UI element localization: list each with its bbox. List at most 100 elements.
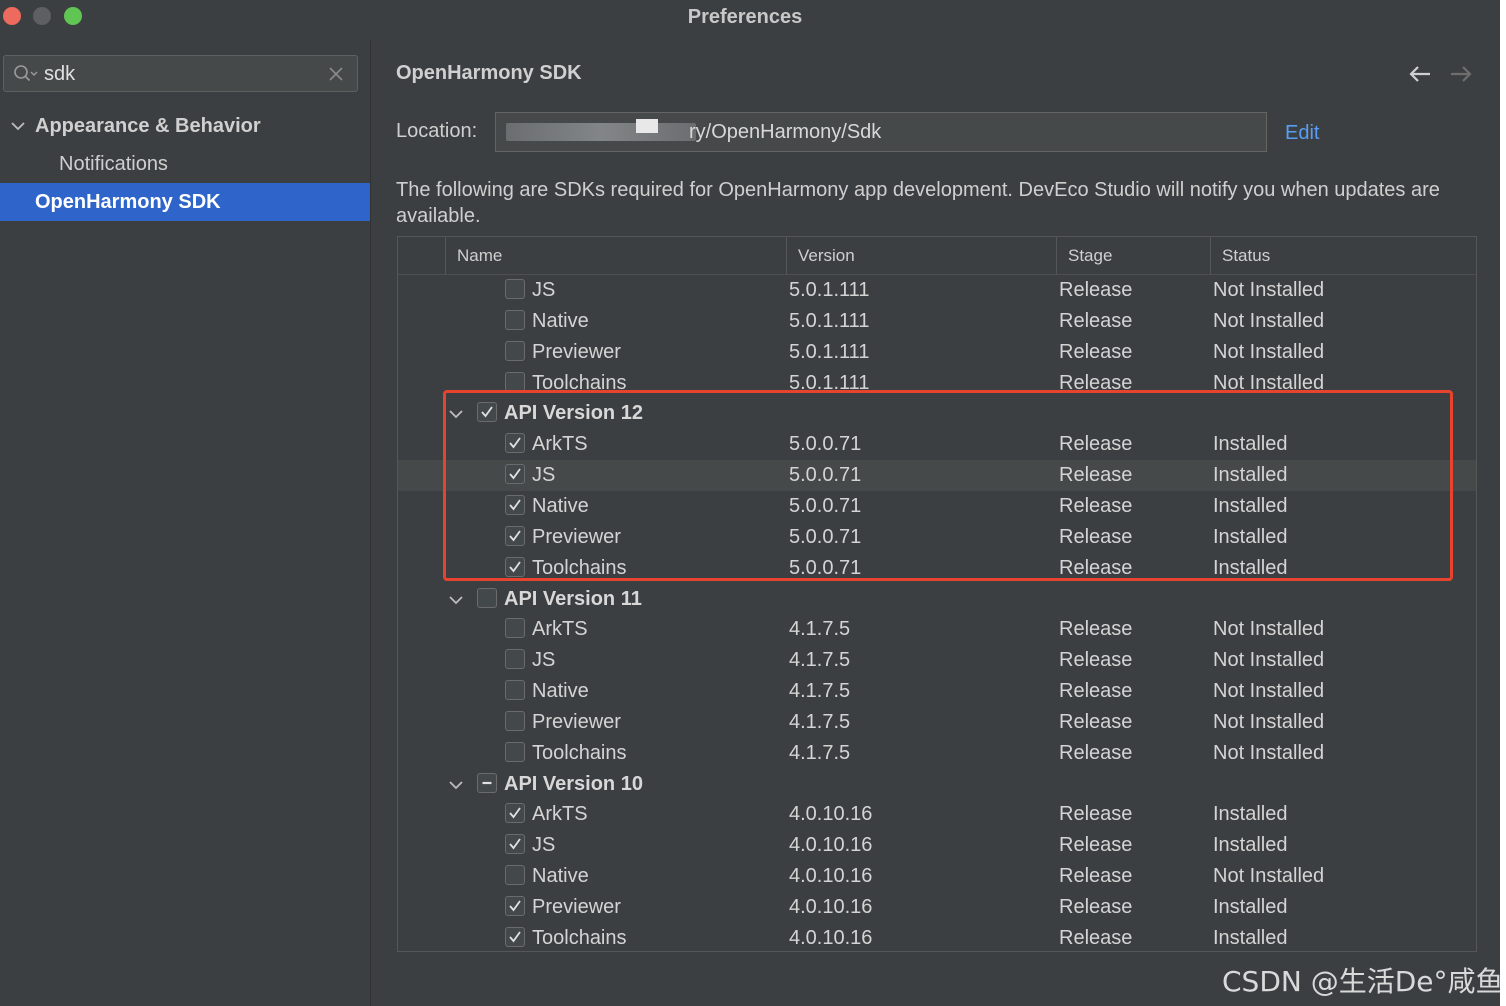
stage-cell: Release <box>1059 279 1133 301</box>
table-row[interactable]: JS 4.1.7.5 Release Not Installed <box>398 645 1476 676</box>
clear-search-icon[interactable] <box>327 65 345 83</box>
component-name: JS <box>532 834 556 857</box>
table-row[interactable]: Previewer 5.0.1.111 Release Not Installed <box>398 337 1476 368</box>
column-header-version[interactable]: Version <box>786 237 1056 275</box>
component-checkbox[interactable] <box>505 803 525 824</box>
component-checkbox[interactable] <box>505 433 525 454</box>
version-cell: 4.0.10.16 <box>789 834 873 857</box>
table-row[interactable]: Previewer 5.0.0.71 Release Installed <box>398 522 1476 553</box>
component-checkbox[interactable] <box>505 525 525 546</box>
checkmark-icon <box>509 530 521 542</box>
version-cell: 5.0.0.71 <box>789 494 862 517</box>
table-row[interactable]: JS 4.0.10.16 Release Installed <box>398 830 1476 861</box>
version-cell: 4.1.7.5 <box>789 649 851 672</box>
settings-content: OpenHarmony SDK Location: ry/OpenHarmony… <box>372 40 1506 1006</box>
sidebar-item-notifications[interactable]: Notifications <box>0 145 370 183</box>
sdk-group-row[interactable]: API Version 12 <box>398 398 1476 429</box>
stage-cell: Release <box>1059 680 1133 703</box>
location-field[interactable]: ry/OpenHarmony/Sdk <box>495 112 1267 152</box>
version-cell: 4.0.10.16 <box>789 926 873 949</box>
component-checkbox[interactable] <box>505 680 525 701</box>
chevron-down-icon[interactable] <box>448 592 464 608</box>
component-checkbox[interactable] <box>505 309 525 330</box>
sidebar-item-openharmony-sdk[interactable]: OpenHarmony SDK <box>0 183 370 221</box>
group-checkbox[interactable] <box>477 587 497 608</box>
sidebar-item-appearance-behavior[interactable]: Appearance & Behavior <box>0 107 370 145</box>
group-checkbox[interactable] <box>477 772 497 793</box>
table-row[interactable]: ArkTS 4.1.7.5 Release Not Installed <box>398 614 1476 645</box>
component-checkbox[interactable] <box>505 865 525 886</box>
search-input[interactable] <box>44 60 314 88</box>
table-row[interactable]: Toolchains 4.1.7.5 Release Not Installed <box>398 738 1476 769</box>
group-checkbox[interactable] <box>477 402 497 423</box>
chevron-down-icon[interactable] <box>448 777 464 793</box>
component-checkbox[interactable] <box>505 464 525 485</box>
table-row[interactable]: JS 5.0.1.111 Release Not Installed <box>398 275 1476 306</box>
component-name: Previewer <box>532 896 621 918</box>
status-cell: Installed <box>1213 433 1288 456</box>
version-cell: 4.0.10.16 <box>789 865 873 888</box>
component-checkbox[interactable] <box>505 618 525 639</box>
table-row[interactable]: JS 5.0.0.71 Release Installed <box>398 460 1476 492</box>
table-row[interactable]: ArkTS 5.0.0.71 Release Installed <box>398 429 1476 460</box>
table-row[interactable]: Toolchains 4.0.10.16 Release Installed <box>398 923 1476 951</box>
component-name: Previewer <box>532 525 621 548</box>
column-header-stage[interactable]: Stage <box>1056 237 1210 275</box>
checkmark-icon <box>509 838 521 850</box>
sidebar-item-label: OpenHarmony SDK <box>35 191 221 213</box>
chevron-down-icon[interactable] <box>448 406 464 422</box>
component-checkbox[interactable] <box>505 279 525 299</box>
version-cell: 4.1.7.5 <box>789 680 851 703</box>
table-row[interactable]: Previewer 4.0.10.16 Release Installed <box>398 892 1476 923</box>
stage-cell: Release <box>1059 309 1133 332</box>
version-cell: 5.0.1.111 <box>789 340 870 363</box>
table-row[interactable]: Previewer 4.1.7.5 Release Not Installed <box>398 707 1476 738</box>
stage-cell: Release <box>1059 926 1133 949</box>
table-row[interactable]: Native 5.0.0.71 Release Installed <box>398 491 1476 522</box>
sdk-group-row[interactable]: API Version 10 <box>398 769 1476 800</box>
table-header: Name Version Stage Status <box>398 237 1476 275</box>
component-checkbox[interactable] <box>505 896 525 916</box>
chevron-down-icon <box>11 122 25 131</box>
stage-cell: Release <box>1059 525 1133 548</box>
stage-cell: Release <box>1059 865 1133 888</box>
forward-arrow-icon[interactable] <box>1449 64 1473 84</box>
stage-cell: Release <box>1059 494 1133 517</box>
stage-cell: Release <box>1059 710 1133 733</box>
component-checkbox[interactable] <box>505 710 525 731</box>
component-name: Native <box>532 494 589 517</box>
component-checkbox[interactable] <box>505 371 525 392</box>
table-row[interactable]: Toolchains 5.0.1.111 Release Not Installed <box>398 368 1476 399</box>
component-name: JS <box>532 464 556 487</box>
component-name: ArkTS <box>532 803 588 826</box>
table-row[interactable]: Native 4.0.10.16 Release Not Installed <box>398 861 1476 892</box>
component-name: ArkTS <box>532 618 588 641</box>
component-name: Native <box>532 680 589 703</box>
component-checkbox[interactable] <box>505 926 525 947</box>
stage-cell: Release <box>1059 556 1133 579</box>
status-cell: Not Installed <box>1213 618 1325 641</box>
component-checkbox[interactable] <box>505 494 525 515</box>
group-name: API Version 11 <box>504 587 642 610</box>
component-name: Native <box>532 865 589 888</box>
component-checkbox[interactable] <box>505 556 525 577</box>
column-header-name[interactable]: Name <box>445 237 786 275</box>
table-row[interactable]: ArkTS 4.0.10.16 Release Installed <box>398 799 1476 830</box>
component-checkbox[interactable] <box>505 340 525 361</box>
component-checkbox[interactable] <box>505 741 525 762</box>
component-checkbox[interactable] <box>505 834 525 855</box>
settings-search[interactable] <box>3 55 358 92</box>
table-row[interactable]: Native 5.0.1.111 Release Not Installed <box>398 306 1476 337</box>
component-checkbox[interactable] <box>505 649 525 670</box>
table-row[interactable]: Toolchains 5.0.0.71 Release Installed <box>398 553 1476 584</box>
component-name: Toolchains <box>532 926 627 949</box>
group-name: API Version 12 <box>504 402 643 425</box>
table-row[interactable]: Native 4.1.7.5 Release Not Installed <box>398 676 1476 707</box>
title-bar: Preferences <box>0 0 1506 34</box>
back-arrow-icon[interactable] <box>1408 64 1432 84</box>
component-name: ArkTS <box>532 433 588 456</box>
status-cell: Installed <box>1213 803 1288 826</box>
edit-location-link[interactable]: Edit <box>1285 122 1319 145</box>
sdk-group-row[interactable]: API Version 11 <box>398 584 1476 615</box>
column-header-status[interactable]: Status <box>1210 237 1476 275</box>
